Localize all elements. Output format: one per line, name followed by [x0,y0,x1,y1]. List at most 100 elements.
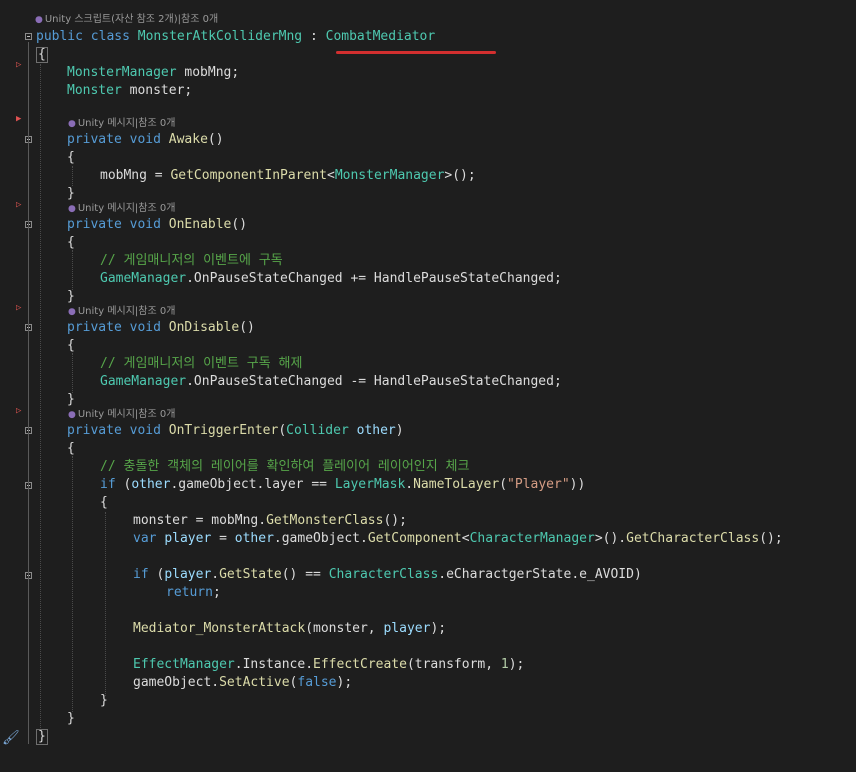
code-line-if-layer[interactable]: if (other.gameObject.layer == LayerMask.… [100,476,585,494]
brace-close: } [67,392,75,407]
code-line-comment[interactable]: // 충돌한 객체의 레이어를 확인하여 플레이어 레이어인지 체크 [100,458,469,476]
colon: : [302,29,326,44]
code-line-var-player[interactable]: var player = other.gameObject.GetCompone… [133,530,783,548]
keyword-private: private [67,320,122,335]
method-getmonsterclass: GetMonsterClass [266,513,384,528]
code-line-brace-close[interactable]: } [100,692,108,710]
codelens-unity-message[interactable]: ● Unity 메시지|참조 0개 [68,408,175,422]
code-cleanup-brush-icon[interactable]: 🖌 [2,730,20,746]
method-ondisable: OnDisable [168,320,240,335]
base-class-name: CombatMediator [325,29,436,44]
keyword-private: private [67,423,122,438]
code-line-onenable-signature[interactable]: private void OnEnable() [67,216,247,234]
brace-close: } [67,186,75,201]
brace-open: { [67,338,75,353]
unity-icon: ● [68,119,76,129]
unity-icon: ● [68,204,76,214]
codelens-text: 메시지|참조 0개 [107,203,176,214]
instance-dot: .Instance. [234,657,314,672]
code-line-effect-create[interactable]: EffectManager.Instance.EffectCreate(tran… [133,656,524,674]
code-line-setactive[interactable]: gameObject.SetActive(false); [133,674,352,692]
codelens-text: 메시지|참조 0개 [107,118,176,129]
codelens-unity-message[interactable]: ● Unity 메시지|참조 0개 [68,117,175,131]
indent-guide [72,456,73,712]
indent-guide [40,64,41,730]
method-getstate: GetState [219,567,282,582]
method-getcomponent: GetComponent [367,531,462,546]
codelens-unity-message[interactable]: ● Unity 메시지|참조 0개 [68,305,175,319]
code-line-brace-close[interactable]: } [67,185,75,203]
type-character-class: CharacterClass [328,567,439,582]
code-line-field-mobmng[interactable]: MonsterManager mobMng; [67,64,239,82]
code-line-ontriggerenter-signature[interactable]: private void OnTriggerEnter(Collider oth… [67,422,404,440]
type-game-manager: GameManager [100,271,187,286]
breakpoint-hint-icon[interactable]: ▷ [16,303,21,313]
indent-guide [72,166,73,186]
var-other: other [234,531,274,546]
code-line-comment[interactable]: // 게임매니저의 이벤트에 구독 [100,252,283,270]
code-line-brace-open[interactable]: { [67,149,75,167]
fold-collapse-icon[interactable] [25,33,32,40]
field-mobmng: mobMng; [176,65,240,80]
codelens-text: 메시지|참조 0개 [107,306,176,317]
code-line-assign-monster[interactable]: monster = mobMng.GetMonsterClass(); [133,512,407,530]
indent-guide [72,353,73,393]
codelens-unity-script[interactable]: ● Unity 스크립트(자산 참조 2개)|참조 0개 [35,13,218,27]
unity-icon: ● [68,307,76,317]
code-line-awake-body[interactable]: mobMng = GetComponentInParent<MonsterMan… [100,167,476,185]
code-line-brace-open[interactable]: { [100,494,108,512]
code-line-class-declaration[interactable]: public class MonsterAtkColliderMng : Com… [36,28,435,46]
code-line-awake-signature[interactable]: private void Awake() [67,131,224,149]
code-line-event-unsubscribe[interactable]: GameManager.OnPauseStateChanged -= Handl… [100,373,562,391]
type-monster: Monster [67,83,122,98]
indent-guide [105,512,106,696]
class-name: MonsterAtkColliderMng [137,29,303,44]
args-end: ); [430,621,447,636]
equality: () == [281,567,329,582]
gameobject-prefix: gameObject. [133,675,220,690]
comment-layer-check: // 충돌한 객체의 레이어를 확인하여 플레이어 레이어인지 체크 [100,459,470,474]
keyword-return: return [166,585,213,600]
codelens-unity: Unity [77,306,105,317]
code-line-brace-open[interactable]: { [67,440,75,458]
keyword-if: if [133,567,149,582]
red-underline-annotation [336,51,496,54]
keyword-false: false [297,675,337,690]
assign-monster: monster = mobMng. [133,513,267,528]
code-line-brace-close[interactable]: } [67,710,75,728]
code-line-ondisable-signature[interactable]: private void OnDisable() [67,319,255,337]
code-line-mediator-call[interactable]: Mediator_MonsterAttack(monster, player); [133,620,446,638]
type-layermask: LayerMask [334,477,406,492]
end-call: (); [759,531,783,546]
code-line-brace-open[interactable]: { [67,234,75,252]
code-line-field-monster[interactable]: Monster monster; [67,82,192,100]
comment-unsubscribe: // 게임매니저의 이벤트 구독 해제 [100,356,303,371]
parens: () [239,320,255,335]
code-line-return[interactable]: return; [166,584,221,602]
code-line-brace-close[interactable]: } [67,391,75,409]
method-getcomponentinparent: GetComponentInParent [170,168,327,183]
code-line-event-subscribe[interactable]: GameManager.OnPauseStateChanged += Handl… [100,270,562,288]
code-line-brace-close[interactable]: } [36,728,48,746]
keyword-class: class [90,29,130,44]
editor-gutter: ▷ ▶ ▷ ▷ ▷ 🖌 [0,0,34,772]
breakpoint-icon[interactable]: ▶ [16,114,21,124]
breakpoint-hint-icon[interactable]: ▷ [16,60,21,70]
keyword-private: private [67,132,122,147]
codelens-unity-message[interactable]: ● Unity 메시지|참조 0개 [68,202,175,216]
code-line-brace-close[interactable]: } [67,288,75,306]
method-onenable: OnEnable [168,217,232,232]
breakpoint-hint-icon[interactable]: ▷ [16,406,21,416]
code-line-brace-open[interactable]: { [36,46,48,64]
dot: . [211,567,220,582]
generic-open: < [327,168,335,183]
paren-open: ( [278,423,287,438]
gameobject-layer: .gameObject.layer == [170,477,335,492]
type-game-manager: GameManager [100,374,187,389]
code-line-comment[interactable]: // 게임매니저의 이벤트 구독 해제 [100,355,302,373]
code-line-if-state[interactable]: if (player.GetState() == CharacterClass.… [133,566,642,584]
breakpoint-hint-icon[interactable]: ▷ [16,200,21,210]
keyword-void: void [129,132,161,147]
code-line-brace-open[interactable]: { [67,337,75,355]
codelens-text: 스크립트(자산 참조 2개)|참조 0개 [74,14,219,25]
